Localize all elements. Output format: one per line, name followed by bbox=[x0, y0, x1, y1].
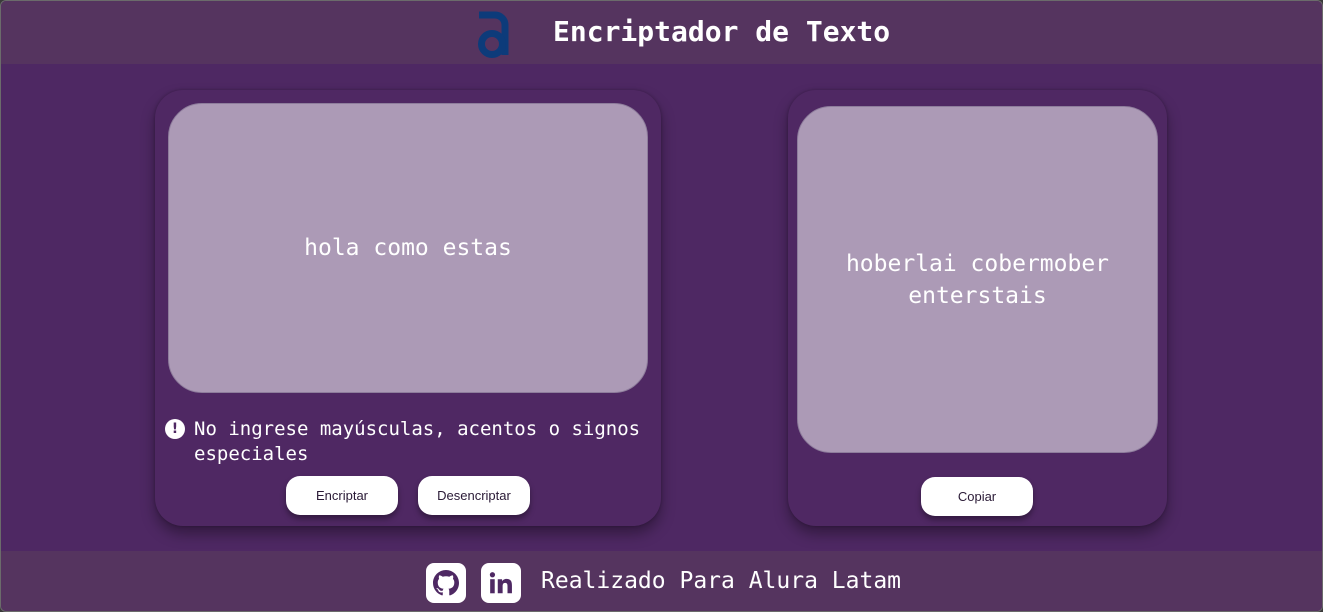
output-card: hoberlai cobermober enterstais Copiar bbox=[788, 90, 1167, 526]
warning-text: No ingrese mayúsculas, acentos o signos … bbox=[194, 418, 641, 465]
decrypt-button[interactable]: Desencriptar bbox=[418, 476, 530, 515]
page-title: Encriptador de Texto bbox=[553, 15, 891, 48]
footer-bar: Realizado Para Alura Latam bbox=[1, 551, 1322, 611]
linkedin-link[interactable] bbox=[481, 563, 521, 603]
github-icon bbox=[433, 570, 459, 596]
linkedin-icon bbox=[489, 572, 512, 594]
input-card: hola como estas ! No ingrese mayúsculas,… bbox=[155, 90, 661, 526]
app-window: Encriptador de Texto hola como estas ! N… bbox=[0, 0, 1323, 612]
output-textarea[interactable]: hoberlai cobermober enterstais bbox=[797, 106, 1158, 453]
exclamation-circle-icon: ! bbox=[165, 419, 185, 439]
header-bar: Encriptador de Texto bbox=[1, 1, 1322, 64]
github-link[interactable] bbox=[426, 563, 466, 603]
encrypt-button[interactable]: Encriptar bbox=[286, 476, 398, 515]
copy-button[interactable]: Copiar bbox=[921, 477, 1033, 516]
input-textarea[interactable]: hola como estas bbox=[168, 103, 648, 393]
footer-credit: Realizado Para Alura Latam bbox=[541, 568, 902, 594]
alura-logo-icon bbox=[478, 11, 509, 58]
